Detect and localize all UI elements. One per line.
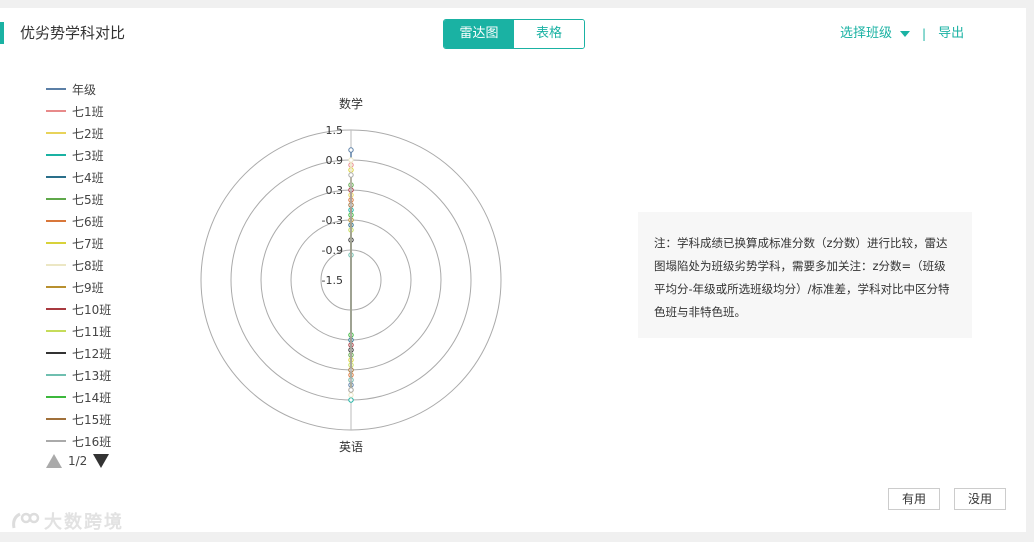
legend-item[interactable]: 七7班 [46, 232, 111, 254]
watermark-logo-icon [12, 512, 40, 529]
radar-point[interactable] [348, 397, 354, 403]
legend-item[interactable]: 七10班 [46, 298, 111, 320]
legend-swatch [46, 440, 66, 442]
caret-down-icon [900, 31, 911, 37]
legend-swatch [46, 110, 66, 112]
legend-swatch [46, 286, 66, 288]
legend-label: 七2班 [72, 126, 104, 141]
legend-item[interactable]: 七14班 [46, 386, 111, 408]
radar-tick-label: -0.9 [322, 244, 343, 257]
legend-item[interactable]: 七3班 [46, 144, 111, 166]
radar-tick-label: 0.9 [326, 154, 344, 167]
radar-tick-label: 1.5 [326, 124, 344, 137]
legend-swatch [46, 418, 66, 420]
legend-item[interactable]: 七15班 [46, 408, 111, 430]
legend-item[interactable]: 七6班 [46, 210, 111, 232]
legend-swatch [46, 242, 66, 244]
axis-label-math: 数学 [339, 96, 363, 111]
note-text: 注：学科成绩已换算成标准分数（z分数）进行比较，雷达图塌陷处为班级劣势学科，需要… [654, 236, 950, 319]
legend-label: 七4班 [72, 170, 104, 185]
tab-radar[interactable]: 雷达图 [444, 20, 514, 48]
legend-item[interactable]: 七13班 [46, 364, 111, 386]
legend-label: 七16班 [72, 434, 112, 449]
axis-label-english: 英语 [339, 440, 363, 454]
legend-item[interactable]: 七8班 [46, 254, 111, 276]
useful-button[interactable]: 有用 [888, 488, 940, 510]
legend-item[interactable]: 七12班 [46, 342, 111, 364]
legend-label: 七15班 [72, 412, 112, 427]
legend-label: 七8班 [72, 258, 104, 273]
radar-tick-labels: 1.5 0.9 0.3 -0.3 -0.9 -1.5 [322, 124, 343, 287]
title-accent-bar [0, 22, 4, 44]
radar-point[interactable] [348, 387, 354, 393]
page-up-icon[interactable] [46, 454, 62, 468]
page-down-icon[interactable] [93, 454, 110, 468]
note-box: 注：学科成绩已换算成标准分数（z分数）进行比较，雷达图塌陷处为班级劣势学科，需要… [638, 212, 972, 338]
legend-label: 七7班 [72, 236, 104, 251]
legend-item[interactable]: 七9班 [46, 276, 111, 298]
select-class-label: 选择班级 [840, 26, 893, 41]
radar-point[interactable] [348, 172, 354, 178]
legend-swatch [46, 154, 66, 156]
legend-item[interactable]: 七2班 [46, 122, 111, 144]
legend-item[interactable]: 七11班 [46, 320, 111, 342]
legend-swatch [46, 330, 66, 332]
radar-point[interactable] [348, 392, 354, 398]
legend-label: 七9班 [72, 280, 104, 295]
watermark: 大数跨境 [10, 508, 124, 534]
divider: | [922, 27, 927, 41]
legend-item[interactable]: 七5班 [46, 188, 111, 210]
legend-label: 七10班 [72, 302, 112, 317]
radar-tick-label: -0.3 [322, 214, 343, 227]
legend-swatch [46, 374, 66, 376]
useless-button[interactable]: 没用 [954, 488, 1006, 510]
legend-label: 年级 [72, 82, 97, 97]
radar-tick-label: 0.3 [326, 184, 344, 197]
legend-swatch [46, 132, 66, 134]
legend-swatch [46, 220, 66, 222]
select-class-dropdown[interactable]: 选择班级 [840, 24, 911, 44]
legend-swatch [46, 352, 66, 354]
radar-chart: 1.5 0.9 0.3 -0.3 -0.9 -1.5 数学 英语 [200, 96, 502, 454]
page-title: 优劣势学科对比 [20, 24, 126, 42]
tab-table[interactable]: 表格 [514, 20, 584, 48]
legend-label: 七13班 [72, 368, 112, 383]
radar-series [348, 147, 354, 403]
legend-swatch [46, 308, 66, 310]
legend-item[interactable]: 年级 [46, 78, 111, 100]
page-indicator: 1/2 [68, 454, 88, 468]
radar-tick-label: -1.5 [322, 274, 343, 287]
legend-item[interactable]: 七4班 [46, 166, 111, 188]
legend-label: 七1班 [72, 104, 104, 119]
legend-swatch [46, 176, 66, 178]
legend-pager: 1/2 [46, 454, 110, 468]
legend-item[interactable]: 七16班 [46, 430, 111, 452]
legend-item[interactable]: 七1班 [46, 100, 111, 122]
legend-swatch [46, 396, 66, 398]
legend-label: 七3班 [72, 148, 104, 163]
legend-swatch [46, 198, 66, 200]
radar-point[interactable] [348, 157, 354, 163]
view-toggle: 雷达图 表格 [443, 19, 585, 49]
legend: 年级七1班七2班七3班七4班七5班七6班七7班七8班七9班七10班七11班七12… [46, 78, 111, 452]
legend-label: 七11班 [72, 324, 112, 339]
watermark-text: 大数跨境 [44, 512, 124, 533]
legend-swatch [46, 88, 66, 90]
legend-swatch [46, 264, 66, 266]
legend-label: 七5班 [72, 192, 104, 207]
export-button[interactable]: 导出 [938, 24, 964, 44]
legend-label: 七12班 [72, 346, 112, 361]
legend-label: 七6班 [72, 214, 104, 229]
radar-point[interactable] [348, 147, 354, 153]
header-actions: 选择班级 | 导出 [840, 24, 964, 44]
legend-label: 七14班 [72, 390, 112, 405]
